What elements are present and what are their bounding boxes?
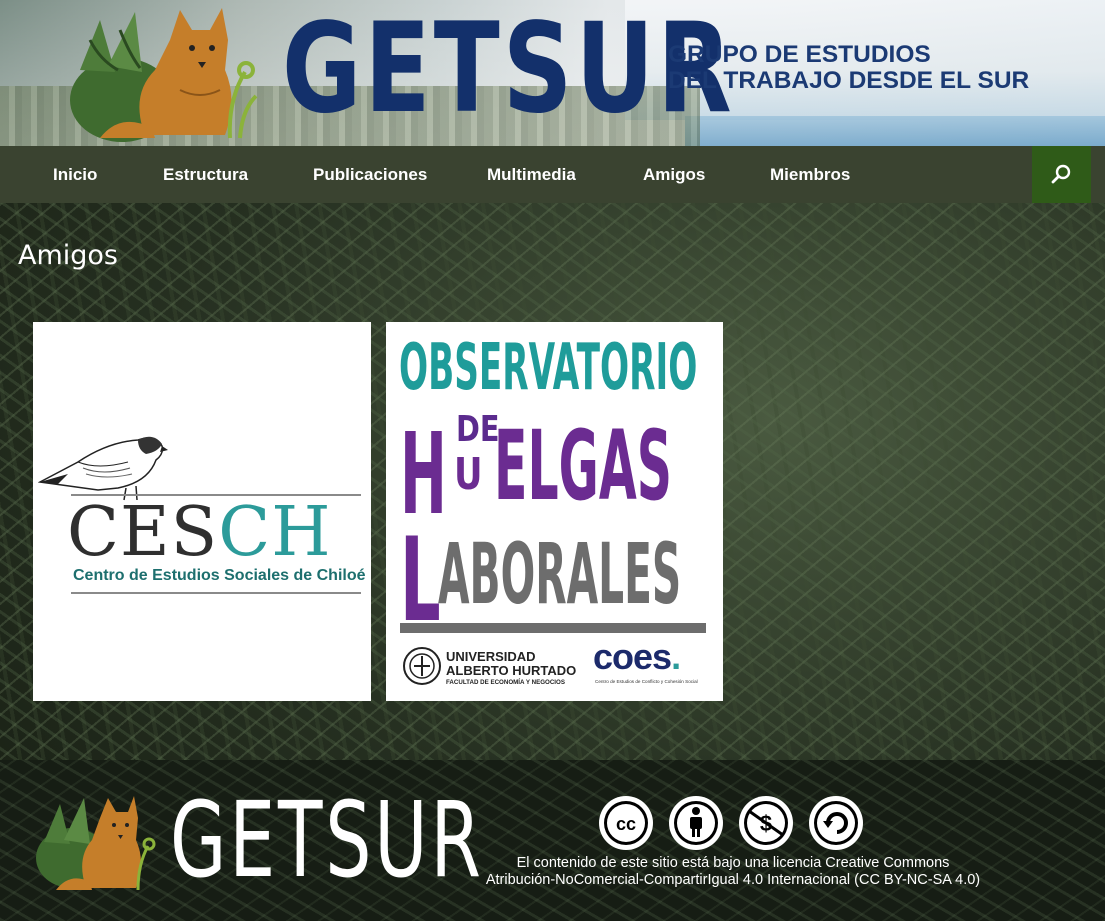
nav-item-amigos[interactable]: Amigos xyxy=(643,146,705,203)
footer-brand: GETSUR xyxy=(170,779,484,901)
page-title: Amigos xyxy=(18,240,118,271)
ohl-letter-u: U xyxy=(454,449,483,500)
license-line-1: El contenido de este sitio está bajo una… xyxy=(516,855,950,871)
search-icon xyxy=(1051,164,1071,184)
cesch-word-teal: CH xyxy=(218,493,332,572)
partner-card-cesch[interactable]: CESCH Centro de Estudios Sociales de Chi… xyxy=(33,322,371,701)
uah-line-2: ALBERTO HURTADO xyxy=(446,663,577,678)
coes-wordmark: coes. xyxy=(593,636,681,678)
nc-icon: $ xyxy=(739,796,793,850)
cesch-wordmark: CESCH xyxy=(67,498,332,568)
svg-text:cc: cc xyxy=(616,814,636,834)
header-banner: GETSUR GRUPO DE ESTUDIOS DEL TRABAJO DES… xyxy=(0,0,1105,146)
coes-word: coes xyxy=(593,636,672,677)
bird-illustration-icon xyxy=(38,436,168,501)
partner-card-observatorio[interactable]: OBSERVATORIO H DE U ELGAS L ABORALES UNI… xyxy=(386,322,723,701)
uah-line-1: UNIVERSIDAD xyxy=(446,649,536,664)
footer xyxy=(0,760,1105,921)
cc-icon: cc xyxy=(599,796,653,850)
by-icon xyxy=(669,796,723,850)
nav-item-publicaciones[interactable]: Publicaciones xyxy=(313,146,427,203)
ohl-underline xyxy=(400,623,706,633)
coes-subtitle: Centro de Estudios de Conflicto y Cohesi… xyxy=(595,679,698,684)
site-subtitle: GRUPO DE ESTUDIOS DEL TRABAJO DESDE EL S… xyxy=(668,42,1029,94)
subtitle-line-1: GRUPO DE ESTUDIOS xyxy=(668,41,931,68)
fox-logo-icon[interactable] xyxy=(60,0,260,146)
license-text: El contenido de este sitio está bajo una… xyxy=(452,855,1014,889)
search-button[interactable] xyxy=(1032,146,1091,203)
cc-license-icons[interactable]: cc $ xyxy=(597,793,871,853)
cesch-subtitle: Centro de Estudios Sociales de Chiloé xyxy=(73,567,366,584)
nav-item-inicio[interactable]: Inicio xyxy=(53,146,97,203)
nav-item-miembros[interactable]: Miembros xyxy=(770,146,850,203)
ohl-observatorio: OBSERVATORIO xyxy=(399,331,698,405)
coes-dot: . xyxy=(671,636,681,677)
site-title[interactable]: GETSUR xyxy=(282,0,735,144)
uah-seal-icon xyxy=(403,647,441,685)
sa-icon xyxy=(809,796,863,850)
nav-item-multimedia[interactable]: Multimedia xyxy=(487,146,576,203)
uah-line-3: FACULTAD DE ECONOMÍA Y NEGOCIOS xyxy=(446,679,565,686)
footer-fox-logo-icon xyxy=(36,796,156,891)
ohl-elgas: ELGAS xyxy=(494,410,672,522)
cesch-word-dark: CES xyxy=(67,493,219,572)
uah-text: UNIVERSIDAD ALBERTO HURTADO FACULTAD DE … xyxy=(446,650,576,688)
main-nav: Inicio Estructura Publicaciones Multimed… xyxy=(0,146,1105,204)
license-line-2: Atribución-NoComercial-CompartirIgual 4.… xyxy=(485,872,981,888)
subtitle-line-2: DEL TRABAJO DESDE EL SUR xyxy=(668,67,1030,94)
banner-water xyxy=(685,116,1105,146)
ohl-aborales: ABORALES xyxy=(438,525,682,623)
cesch-rule-bottom xyxy=(71,592,361,594)
nav-item-estructura[interactable]: Estructura xyxy=(163,146,248,203)
